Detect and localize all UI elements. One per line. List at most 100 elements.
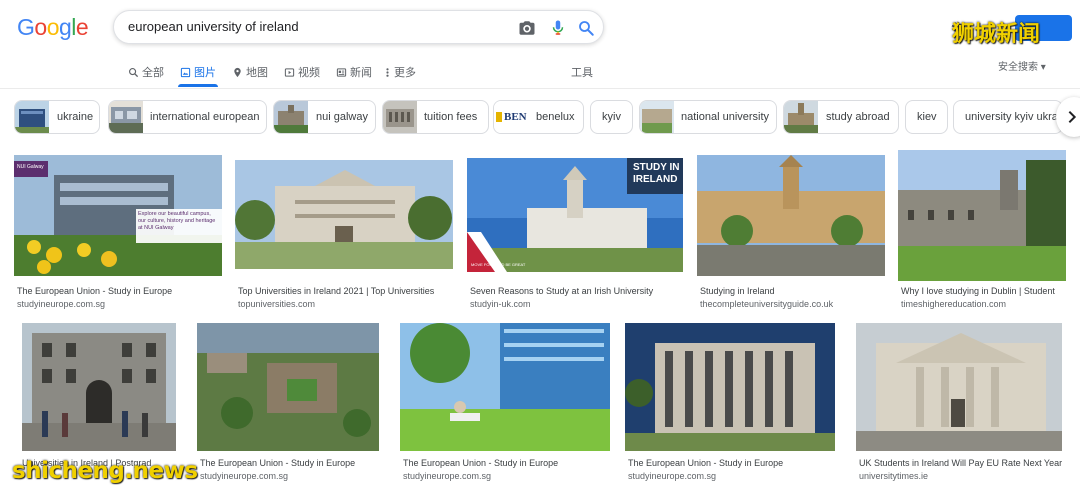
tools-button[interactable]: 工具 <box>571 64 593 80</box>
tab-more[interactable]: 更多 <box>384 64 416 80</box>
image-result[interactable]: UK Students in Ireland Will Pay EU Rate … <box>856 323 1062 491</box>
result-image[interactable] <box>400 323 610 451</box>
header-divider <box>0 88 1080 89</box>
logo-letter: e <box>75 14 89 40</box>
safe-search-label: 安全搜索 <box>998 62 1038 73</box>
result-source[interactable]: studyineurope.com.sg <box>17 299 222 309</box>
image-icon <box>180 67 191 78</box>
chip-thumbnail <box>784 101 818 133</box>
result-source[interactable]: studyineurope.com.sg <box>403 471 610 481</box>
result-image[interactable] <box>898 150 1066 281</box>
chip-label: benelux <box>536 111 575 123</box>
tab-label: 新闻 <box>350 67 372 79</box>
result-caption[interactable]: Studying in Ireland <box>700 286 885 296</box>
chip-study-abroad[interactable]: study abroad <box>783 100 899 134</box>
image-result[interactable]: NUI Galway Explore our beautiful campus,… <box>14 155 222 313</box>
chip-thumbnail <box>15 101 49 133</box>
image-overlay-badge: MOVE FORWARD BE GREAT <box>471 262 526 267</box>
result-source[interactable]: studyineurope.com.sg <box>200 471 379 481</box>
benelux-flag-mark <box>496 112 502 122</box>
image-result[interactable]: The European Union - Study in Europe stu… <box>625 323 835 491</box>
logo-letter: G <box>17 14 35 40</box>
image-result[interactable]: Studying in Ireland thecompleteuniversit… <box>697 155 885 313</box>
result-image[interactable] <box>625 323 835 451</box>
news-icon <box>336 68 347 77</box>
result-image[interactable] <box>197 323 379 451</box>
result-source[interactable]: timeshighereducation.com <box>901 299 1066 309</box>
chip-kiev[interactable]: kiev <box>905 100 948 134</box>
tab-label: 更多 <box>394 67 416 79</box>
tab-maps[interactable]: 地图 <box>232 64 268 80</box>
image-result[interactable]: The European Union - Study in Europe stu… <box>400 323 610 491</box>
result-caption[interactable]: UK Students in Ireland Will Pay EU Rate … <box>859 458 1062 468</box>
tab-news[interactable]: 新闻 <box>336 64 372 80</box>
tab-all[interactable]: 全部 <box>128 64 164 80</box>
result-source[interactable]: thecompleteuniversityguide.co.uk <box>700 299 885 309</box>
result-source[interactable]: universitytimes.ie <box>859 471 1062 481</box>
tab-images[interactable]: 图片 <box>180 64 216 80</box>
image-result[interactable]: Why I love studying in Dublin | Student … <box>898 150 1066 313</box>
search-input[interactable] <box>128 19 498 34</box>
image-overlay-title: STUDY IN IRELAND <box>633 162 680 185</box>
result-image[interactable] <box>235 160 453 269</box>
chip-label: tuition fees <box>424 111 478 123</box>
logo-letter: o <box>46 14 60 40</box>
chip-thumbnail <box>109 101 143 133</box>
chip-nui-galway[interactable]: nui galway <box>273 100 376 134</box>
chip-thumbnail <box>640 101 674 133</box>
search-icon[interactable] <box>577 19 595 37</box>
chip-label: kyiv <box>602 111 621 123</box>
result-caption[interactable]: Seven Reasons to Study at an Irish Unive… <box>470 286 683 296</box>
benelux-thumb-text: BEN <box>504 111 527 123</box>
image-overlay-text: Explore our beautiful campus, our cultur… <box>138 211 216 231</box>
camera-icon[interactable] <box>518 19 536 37</box>
chip-international-european[interactable]: international european <box>108 100 267 134</box>
chip-kyiv[interactable]: kyiv <box>590 100 633 134</box>
safe-search-dropdown[interactable]: 安全搜索 ▾ <box>998 58 1046 73</box>
result-source[interactable]: studyineurope.com.sg <box>628 471 835 481</box>
result-caption[interactable]: The European Union - Study in Europe <box>628 458 835 468</box>
result-image[interactable] <box>856 323 1062 451</box>
result-caption[interactable]: The European Union - Study in Europe <box>403 458 610 468</box>
chip-label: nui galway <box>316 111 368 123</box>
chip-university-kyiv-ukraine[interactable]: university kyiv ukrai <box>953 100 1063 134</box>
search-box[interactable] <box>113 10 604 44</box>
video-icon <box>284 68 295 77</box>
chip-label: ukraine <box>57 111 94 123</box>
tab-label: 图片 <box>194 67 216 79</box>
chip-national-university[interactable]: national university <box>639 100 777 134</box>
chip-ukraine[interactable]: ukraine <box>14 100 100 134</box>
chip-label: international european <box>150 111 260 123</box>
image-result[interactable]: The European Union - Study in Europe stu… <box>197 323 379 491</box>
result-source[interactable]: topuniversities.com <box>238 299 453 309</box>
tab-videos[interactable]: 视频 <box>284 64 320 80</box>
result-image[interactable] <box>22 323 176 451</box>
more-icon <box>386 68 389 77</box>
chip-tuition-fees[interactable]: tuition fees <box>382 100 489 134</box>
chip-thumbnail <box>383 101 417 133</box>
chip-label: university kyiv ukrai <box>965 111 1061 123</box>
chip-thumbnail: BEN <box>494 101 528 133</box>
chip-benelux[interactable]: BEN benelux <box>493 100 584 134</box>
result-image[interactable] <box>697 155 885 276</box>
image-result[interactable]: STUDY IN IRELAND MOVE FORWARD BE GREAT S… <box>467 158 683 313</box>
watermark-site-text: shicheng.news <box>12 458 198 484</box>
result-caption[interactable]: The European Union - Study in Europe <box>200 458 379 468</box>
google-logo[interactable]: Google <box>17 14 89 41</box>
chip-label: study abroad <box>826 111 890 123</box>
tab-label: 全部 <box>142 67 164 79</box>
image-result[interactable]: Top Universities in Ireland 2021 | Top U… <box>235 160 453 313</box>
microphone-icon[interactable] <box>549 19 567 37</box>
chip-thumbnail <box>274 101 308 133</box>
result-caption[interactable]: The European Union - Study in Europe <box>17 286 222 296</box>
chevron-right-icon <box>1068 110 1077 124</box>
result-caption[interactable]: Why I love studying in Dublin | Student <box>901 286 1066 296</box>
logo-letter: g <box>58 14 72 40</box>
logo-letter: o <box>34 14 47 40</box>
result-caption[interactable]: Top Universities in Ireland 2021 | Top U… <box>238 286 453 296</box>
result-source[interactable]: studyin-uk.com <box>470 299 683 309</box>
search-icon <box>129 68 139 78</box>
map-pin-icon <box>234 67 241 78</box>
image-overlay-badge: NUI Galway <box>17 164 44 170</box>
tab-label: 地图 <box>246 67 268 79</box>
